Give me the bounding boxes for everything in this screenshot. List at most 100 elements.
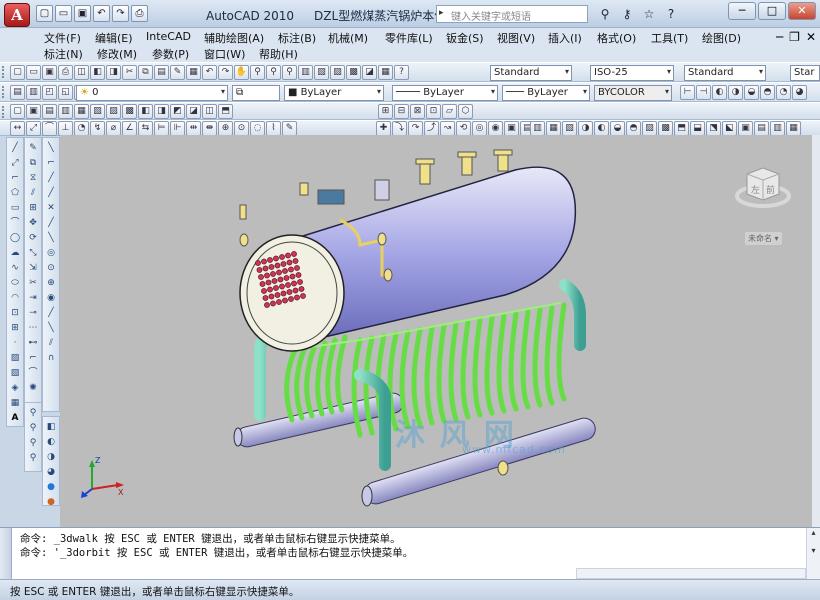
inquiry-icon[interactable]: ◉ bbox=[488, 121, 503, 136]
tool-icon[interactable]: ◧ bbox=[138, 104, 153, 119]
render-icon[interactable]: ▤ bbox=[754, 121, 769, 136]
hatch-icon[interactable]: ▨ bbox=[8, 351, 22, 365]
scale-icon[interactable]: ⤡ bbox=[26, 246, 40, 260]
dim-ordinate-icon[interactable]: ⊥ bbox=[58, 121, 73, 136]
save-icon[interactable]: ▣ bbox=[74, 5, 91, 22]
shade-icon[interactable]: ◑ bbox=[44, 450, 58, 464]
menu-draw[interactable]: 绘图(D) bbox=[702, 30, 741, 46]
plot-icon[interactable]: ⎙ bbox=[131, 5, 148, 22]
view-icon[interactable]: ⬡ bbox=[458, 104, 473, 119]
tool-icon[interactable]: ◫ bbox=[202, 104, 217, 119]
dim-jogged-icon[interactable]: ↯ bbox=[90, 121, 105, 136]
tool-icon[interactable]: ▤ bbox=[42, 104, 57, 119]
erase-icon[interactable]: ✎ bbox=[26, 141, 40, 155]
render-icon[interactable]: ▦ bbox=[786, 121, 801, 136]
drawing-canvas[interactable]: 沐 风 网 www.mfcad.com bbox=[60, 135, 812, 527]
break-icon[interactable]: ⋯ bbox=[26, 321, 40, 335]
render-icon[interactable]: ⬕ bbox=[722, 121, 737, 136]
dim-edit-icon[interactable]: ✎ bbox=[282, 121, 297, 136]
render-icon[interactable]: ▩ bbox=[658, 121, 673, 136]
open-icon[interactable]: ▭ bbox=[26, 65, 41, 80]
plotstyle-dropdown[interactable]: BYCOLOR ▾ bbox=[594, 85, 672, 101]
tool-icon[interactable]: ▢ bbox=[10, 104, 25, 119]
view-icon[interactable]: ⊞ bbox=[378, 104, 393, 119]
inquiry-icon[interactable]: ↷ bbox=[408, 121, 423, 136]
multileader-style-dropdown[interactable]: Star bbox=[790, 65, 820, 81]
mech-line-icon[interactable]: ╲ bbox=[44, 141, 58, 155]
dim-linear-icon[interactable]: ⊢ bbox=[680, 85, 695, 100]
zoom-icon[interactable]: ⚲ bbox=[26, 451, 40, 465]
redo-icon[interactable]: ↷ bbox=[112, 5, 129, 22]
zoom-icon[interactable]: ⚲ bbox=[26, 421, 40, 435]
render-icon[interactable]: ▥ bbox=[530, 121, 545, 136]
menu-aux-draw[interactable]: 辅助绘图(A) bbox=[204, 30, 264, 46]
new-icon[interactable]: ▢ bbox=[36, 5, 53, 22]
view-icon[interactable]: ⊠ bbox=[410, 104, 425, 119]
array-icon[interactable]: ⊞ bbox=[26, 201, 40, 215]
menu-dimension[interactable]: 标注(N) bbox=[44, 46, 83, 62]
shade-icon[interactable]: ◕ bbox=[44, 465, 58, 479]
view-icon[interactable]: ◒ bbox=[744, 85, 759, 100]
command-horizontal-scrollbar[interactable] bbox=[576, 568, 806, 579]
shade-icon[interactable]: ◧ bbox=[44, 420, 58, 434]
view-icon[interactable]: ▱ bbox=[442, 104, 457, 119]
redo-icon[interactable]: ↷ bbox=[218, 65, 233, 80]
line-icon[interactable]: ╱ bbox=[8, 141, 22, 155]
polygon-icon[interactable]: ⬠ bbox=[8, 186, 22, 200]
tool-icon[interactable]: ◪ bbox=[186, 104, 201, 119]
mirror-icon[interactable]: ⧖ bbox=[26, 171, 40, 185]
close-button[interactable]: ✕ bbox=[788, 2, 816, 20]
cut-icon[interactable]: ✂ bbox=[122, 65, 137, 80]
menu-tools[interactable]: 工具(T) bbox=[651, 30, 688, 46]
command-window[interactable]: 命令: _3dwalk 按 ESC 或 ENTER 键退出，或者单击鼠标右键显示… bbox=[0, 527, 820, 580]
undo-icon[interactable]: ↶ bbox=[202, 65, 217, 80]
zoom-icon[interactable]: ⚲ bbox=[26, 406, 40, 420]
view-icon[interactable]: ◐ bbox=[712, 85, 727, 100]
mech-line-icon[interactable]: ╱ bbox=[44, 171, 58, 185]
linetype-dropdown[interactable]: ──── ByLayer ▾ bbox=[392, 85, 498, 101]
publish-icon[interactable]: ◧ bbox=[90, 65, 105, 80]
lineweight-dropdown[interactable]: ─── ByLayer ▾ bbox=[502, 85, 590, 101]
calculator-icon[interactable]: ▦ bbox=[378, 65, 393, 80]
view-icon[interactable]: ⊡ bbox=[426, 104, 441, 119]
preview-icon[interactable]: ◫ bbox=[74, 65, 89, 80]
mech-circle-icon[interactable]: ◎ bbox=[44, 246, 58, 260]
view-icon[interactable]: ◕ bbox=[792, 85, 807, 100]
inquiry-icon[interactable]: ↝ bbox=[440, 121, 455, 136]
toolbar-grip[interactable] bbox=[2, 106, 6, 118]
tool-icon[interactable]: ▥ bbox=[58, 104, 73, 119]
region-icon[interactable]: ◈ bbox=[8, 381, 22, 395]
zoom-previous-icon[interactable]: ⚲ bbox=[282, 65, 297, 80]
dim-arc-icon[interactable]: ⌒ bbox=[42, 121, 57, 136]
mech-magnet-icon[interactable]: ∩ bbox=[44, 351, 58, 365]
markup-icon[interactable]: ◪ bbox=[362, 65, 377, 80]
search-input[interactable]: ▸ 键入关键字或短语 bbox=[436, 5, 588, 23]
render-icon[interactable]: ▣ bbox=[738, 121, 753, 136]
tool-icon[interactable]: ▩ bbox=[122, 104, 137, 119]
sheet-set-icon[interactable]: ▩ bbox=[346, 65, 361, 80]
zoom-icon[interactable]: ⚲ bbox=[26, 436, 40, 450]
layer-isolate-icon[interactable]: ◱ bbox=[58, 85, 73, 100]
render-icon[interactable]: ▨ bbox=[642, 121, 657, 136]
stretch-icon[interactable]: ⇲ bbox=[26, 261, 40, 275]
dim-style-dropdown[interactable]: ISO-25 ▾ bbox=[590, 65, 674, 81]
menu-edit[interactable]: 编辑(E) bbox=[95, 30, 133, 46]
minimize-button[interactable]: ─ bbox=[728, 2, 756, 20]
menu-format[interactable]: 格式(O) bbox=[597, 30, 636, 46]
menu-modify[interactable]: 修改(M) bbox=[97, 46, 137, 62]
help-icon[interactable]: ? bbox=[662, 5, 680, 23]
render-icon[interactable]: ▧ bbox=[562, 121, 577, 136]
view-icon[interactable]: ⊟ bbox=[394, 104, 409, 119]
dwf-icon[interactable]: ◨ bbox=[106, 65, 121, 80]
key-icon[interactable]: ⚷ bbox=[618, 5, 636, 23]
text-style-dropdown[interactable]: Standard ▾ bbox=[490, 65, 572, 81]
menu-file[interactable]: 文件(F) bbox=[44, 30, 81, 46]
layer-state-icon[interactable]: ▥ bbox=[26, 85, 41, 100]
tolerance-icon[interactable]: ⊕ bbox=[218, 121, 233, 136]
render-icon[interactable]: ◑ bbox=[578, 121, 593, 136]
insert-block-icon[interactable]: ⊡ bbox=[8, 306, 22, 320]
dim-angular-icon[interactable]: ∠ bbox=[122, 121, 137, 136]
copy-icon[interactable]: ⧉ bbox=[138, 65, 153, 80]
xline-icon[interactable]: ⤢ bbox=[8, 156, 22, 170]
copy-icon[interactable]: ⧉ bbox=[26, 156, 40, 170]
